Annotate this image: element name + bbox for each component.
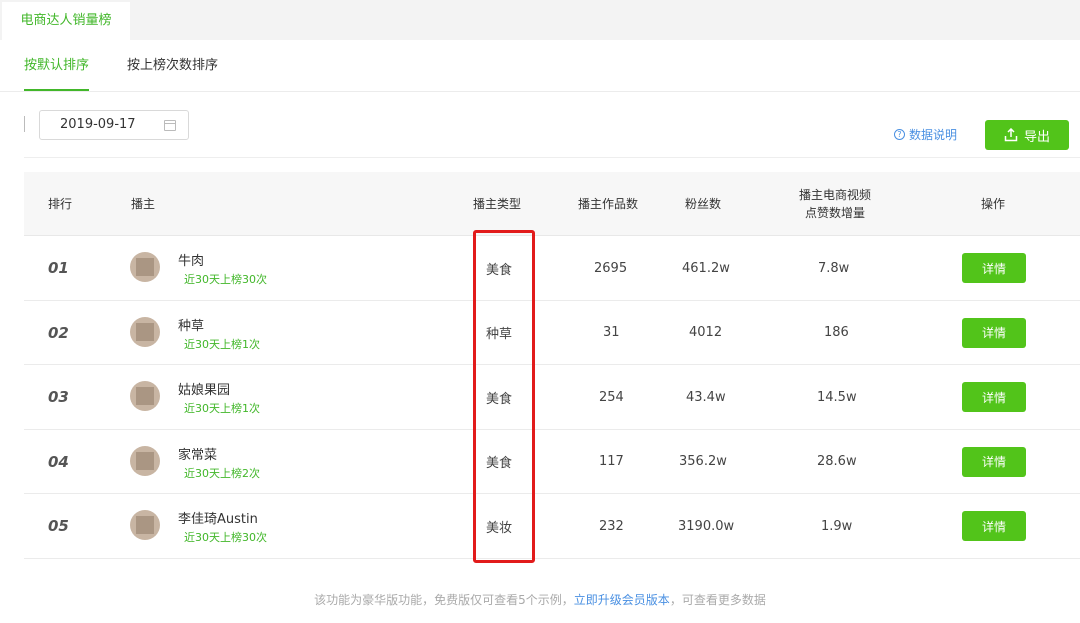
tab-sort-by-count[interactable]: 按上榜次数排序 bbox=[127, 40, 218, 91]
header-likes: 播主电商视频 点赞数增量 bbox=[784, 172, 886, 236]
question-icon: ? bbox=[894, 129, 905, 140]
anchor-name[interactable]: 种草 bbox=[178, 315, 204, 334]
header-action: 操作 bbox=[981, 197, 1006, 211]
detail-cell: 详情 bbox=[962, 236, 1026, 300]
fans-count: 3190.0w bbox=[678, 518, 735, 534]
likes-increase: 186 bbox=[824, 325, 849, 341]
likes-increase: 28.6w bbox=[817, 454, 857, 470]
header-rank: 排行 bbox=[48, 197, 73, 211]
data-help-link[interactable]: ? 数据说明 bbox=[894, 126, 957, 143]
likes-increase: 14.5w bbox=[817, 389, 857, 405]
fans-count: 43.4w bbox=[686, 389, 726, 405]
anchor-name[interactable]: 李佳琦Austin bbox=[178, 508, 258, 527]
header-likes-line1: 播主电商视频 bbox=[798, 188, 871, 202]
table-row: 01 牛肉 近30天上榜30次 美食 2695 461.2w 7.8w 详情 bbox=[24, 236, 1080, 301]
rank-number: 03 bbox=[48, 388, 69, 407]
sort-tabs: 按默认排序 按上榜次数排序 bbox=[0, 40, 1080, 92]
divider bbox=[24, 157, 1080, 158]
divider bbox=[24, 116, 25, 132]
anchor-rank-count: 近30天上榜1次 bbox=[184, 337, 260, 351]
upgrade-note-text: 该功能为豪华版功能，免费版仅可查看5个示例， bbox=[314, 593, 574, 607]
detail-button[interactable]: 详情 bbox=[962, 511, 1026, 542]
detail-cell: 详情 bbox=[962, 301, 1026, 365]
tab-ecommerce-sales-ranking[interactable]: 电商达人销量榜 bbox=[2, 2, 130, 40]
likes-increase: 7.8w bbox=[818, 260, 850, 276]
avatar[interactable] bbox=[130, 445, 160, 476]
header-type: 播主类型 bbox=[473, 197, 522, 211]
table-row: 03 姑娘果园 近30天上榜1次 美食 254 43.4w 14.5w 详情 bbox=[24, 365, 1080, 430]
table-header: 排行 播主 播主类型 播主作品数 粉丝数 播主电商视频 点赞数增量 操作 bbox=[24, 172, 1080, 236]
anchor-name[interactable]: 家常菜 bbox=[178, 444, 217, 463]
upgrade-link[interactable]: 立即升级会员版本 bbox=[574, 593, 670, 607]
data-help-label: 数据说明 bbox=[909, 128, 958, 142]
upgrade-note: 该功能为豪华版功能，免费版仅可查看5个示例，立即升级会员版本，可查看更多数据 bbox=[0, 591, 1080, 608]
fans-count: 4012 bbox=[689, 325, 723, 341]
avatar[interactable] bbox=[130, 381, 160, 412]
anchor-rank-count: 近30天上榜30次 bbox=[184, 273, 267, 286]
works-count: 117 bbox=[599, 454, 624, 470]
rank-number: 05 bbox=[48, 517, 69, 536]
avatar[interactable] bbox=[130, 510, 160, 541]
calendar-icon[interactable] bbox=[164, 120, 176, 131]
upload-icon bbox=[1004, 128, 1018, 142]
works-count: 2695 bbox=[594, 260, 628, 276]
header-anchor: 播主 bbox=[131, 197, 156, 211]
avatar[interactable] bbox=[130, 252, 160, 282]
ranking-table: 排行 播主 播主类型 播主作品数 粉丝数 播主电商视频 点赞数增量 操作 01 … bbox=[24, 172, 1080, 559]
date-picker[interactable]: 2019-09-17 bbox=[39, 110, 189, 140]
works-count: 254 bbox=[599, 389, 624, 405]
highlight-box bbox=[473, 230, 535, 563]
works-count: 31 bbox=[603, 325, 620, 341]
detail-cell: 详情 bbox=[962, 430, 1026, 494]
rank-number: 04 bbox=[48, 452, 69, 471]
date-value: 2019-09-17 bbox=[60, 117, 136, 132]
detail-button[interactable]: 详情 bbox=[962, 382, 1026, 413]
detail-cell: 详情 bbox=[962, 365, 1026, 429]
export-button[interactable]: 导出 bbox=[985, 120, 1069, 150]
anchor-name[interactable]: 姑娘果园 bbox=[178, 379, 230, 398]
tab-default-sort[interactable]: 按默认排序 bbox=[24, 40, 90, 91]
anchor-rank-count: 近30天上榜30次 bbox=[184, 531, 267, 545]
detail-button[interactable]: 详情 bbox=[962, 446, 1026, 477]
works-count: 232 bbox=[599, 518, 624, 534]
detail-button[interactable]: 详情 bbox=[962, 317, 1026, 348]
header-likes-line2: 点赞数增量 bbox=[804, 206, 865, 220]
rank-number: 01 bbox=[48, 259, 69, 277]
anchor-rank-count: 近30天上榜1次 bbox=[184, 402, 260, 416]
header-fans: 粉丝数 bbox=[685, 197, 722, 211]
table-row: 05 李佳琦Austin 近30天上榜30次 美妆 232 3190.0w 1.… bbox=[24, 494, 1080, 559]
detail-cell: 详情 bbox=[962, 494, 1026, 558]
upgrade-note-suffix: ，可查看更多数据 bbox=[669, 593, 766, 607]
fans-count: 461.2w bbox=[682, 260, 730, 276]
likes-increase: 1.9w bbox=[821, 518, 853, 534]
anchor-name[interactable]: 牛肉 bbox=[178, 250, 204, 269]
table-row: 02 种草 近30天上榜1次 种草 31 4012 186 详情 bbox=[24, 301, 1080, 366]
header-works: 播主作品数 bbox=[578, 197, 639, 211]
fans-count: 356.2w bbox=[679, 454, 727, 470]
anchor-rank-count: 近30天上榜2次 bbox=[184, 466, 260, 480]
table-row: 04 家常菜 近30天上榜2次 美食 117 356.2w 28.6w 详情 bbox=[24, 430, 1080, 495]
top-tab-strip bbox=[0, 0, 1080, 40]
avatar[interactable] bbox=[130, 316, 160, 347]
detail-button[interactable]: 详情 bbox=[962, 253, 1026, 283]
export-label: 导出 bbox=[1023, 129, 1050, 145]
rank-number: 02 bbox=[48, 323, 69, 342]
